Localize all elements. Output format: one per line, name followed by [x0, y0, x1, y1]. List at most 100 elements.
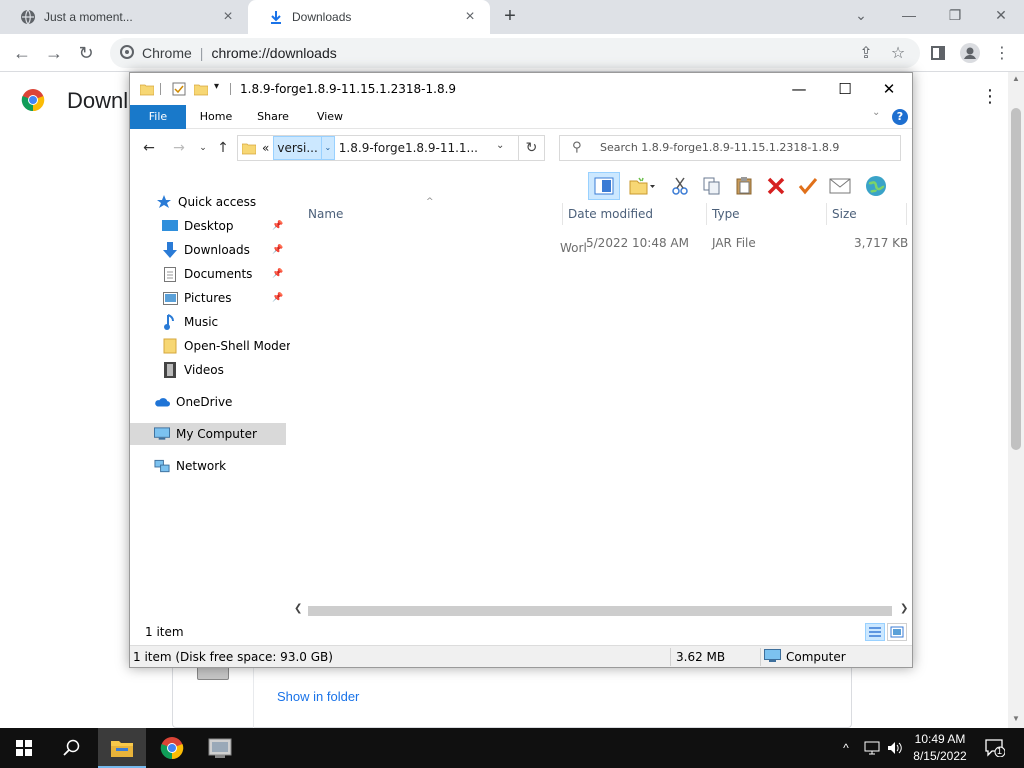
- search-icon[interactable]: [48, 728, 96, 768]
- nav-music[interactable]: Music: [130, 311, 290, 333]
- profile-avatar-icon[interactable]: [956, 39, 984, 67]
- share-icon[interactable]: ⇪: [852, 39, 880, 67]
- file-row[interactable]: Worl 5/2022 10:48 AM JAR File 3,717 KB: [290, 233, 912, 255]
- network-tray-icon[interactable]: [860, 728, 884, 768]
- paste-icon[interactable]: [728, 172, 760, 200]
- column-separator[interactable]: [562, 203, 563, 225]
- scroll-left-arrow-icon[interactable]: ❮: [294, 603, 302, 614]
- page-menu-icon[interactable]: ⋮: [978, 86, 1002, 110]
- restore-button[interactable]: ❐: [932, 0, 978, 30]
- email-icon[interactable]: [824, 172, 856, 200]
- tab-home[interactable]: Home: [194, 105, 238, 129]
- search-input[interactable]: ⚲ Search 1.8.9-forge1.8.9-11.15.1.2318-1…: [559, 135, 901, 161]
- close-tab-icon[interactable]: ×: [220, 9, 236, 25]
- browser-toolbar: ← → ↻ Chrome | chrome://downloads ⇪ ☆ ⋮: [0, 34, 1024, 72]
- properties-check-icon[interactable]: [172, 82, 186, 96]
- rename-check-icon[interactable]: [792, 172, 824, 200]
- nav-quick-access[interactable]: Quick access: [130, 191, 290, 213]
- recent-locations-chevron-icon[interactable]: ⌄: [192, 137, 214, 159]
- preview-pane-icon[interactable]: [588, 172, 620, 200]
- help-icon[interactable]: ?: [892, 109, 908, 125]
- nav-onedrive[interactable]: OneDrive: [130, 391, 290, 413]
- tab-file[interactable]: File: [130, 105, 186, 129]
- tab-share[interactable]: Share: [252, 105, 294, 129]
- chrome-taskbar-icon[interactable]: [148, 728, 196, 768]
- scroll-thumb[interactable]: [1011, 108, 1021, 450]
- file-explorer-taskbar-icon[interactable]: [98, 728, 146, 768]
- show-hidden-icons-chevron-icon[interactable]: ^: [836, 728, 856, 768]
- column-separator[interactable]: [906, 203, 907, 225]
- back-arrow-icon[interactable]: ←: [8, 39, 36, 67]
- maximize-button[interactable]: ☐: [822, 73, 868, 105]
- new-folder-icon[interactable]: [193, 82, 209, 96]
- new-tab-button[interactable]: +: [498, 5, 522, 29]
- volume-icon[interactable]: [884, 728, 906, 768]
- large-icons-view-icon[interactable]: [887, 623, 907, 641]
- expand-ribbon-chevron-icon[interactable]: ⌄: [872, 107, 880, 118]
- page-scrollbar[interactable]: ▲ ▼: [1008, 72, 1024, 728]
- address-bar[interactable]: « versi... ⌄ 1.8.9-forge1.8.9-11.1... ⌄: [237, 135, 519, 161]
- column-type[interactable]: Type: [712, 207, 740, 221]
- explorer-titlebar[interactable]: ▾ 1.8.9-forge1.8.9-11.15.1.2318-1.8.9 — …: [130, 73, 912, 105]
- minimize-button[interactable]: —: [776, 73, 822, 105]
- nav-network[interactable]: Network: [130, 455, 290, 477]
- taskbar-clock[interactable]: 10:49 AM 8/15/2022: [908, 731, 972, 765]
- column-date-modified[interactable]: Date modified: [568, 207, 653, 221]
- breadcrumb-overflow[interactable]: «: [262, 141, 269, 155]
- close-window-button[interactable]: ✕: [866, 73, 912, 105]
- delete-icon[interactable]: [760, 172, 792, 200]
- new-folder-menu-icon[interactable]: [620, 172, 664, 200]
- refresh-icon[interactable]: ↻: [519, 135, 545, 161]
- pin-icon[interactable]: 📌: [272, 221, 283, 231]
- nav-pictures[interactable]: Pictures 📌: [130, 287, 290, 309]
- breadcrumb-current[interactable]: 1.8.9-forge1.8.9-11.1...: [339, 141, 478, 155]
- notification-center-icon[interactable]: 1: [980, 728, 1010, 768]
- tab-downloads[interactable]: Downloads ×: [248, 0, 490, 34]
- reload-icon[interactable]: ↻: [72, 39, 100, 67]
- tab-just-a-moment[interactable]: Just a moment... ×: [0, 0, 248, 34]
- column-size[interactable]: Size: [832, 207, 857, 221]
- app-taskbar-icon[interactable]: [196, 728, 244, 768]
- customize-dropdown-icon[interactable]: ▾: [214, 81, 228, 95]
- details-view-icon[interactable]: [865, 623, 885, 641]
- breadcrumb-versions[interactable]: versi...: [273, 136, 322, 160]
- scroll-down-arrow-icon[interactable]: ▼: [1008, 714, 1024, 723]
- bookmark-star-icon[interactable]: ☆: [884, 39, 912, 67]
- nav-downloads[interactable]: Downloads 📌: [130, 239, 290, 261]
- start-windows-icon[interactable]: [0, 728, 48, 768]
- chrome-menu-icon[interactable]: ⋮: [988, 39, 1016, 67]
- nav-videos[interactable]: Videos: [130, 359, 290, 381]
- column-separator[interactable]: [706, 203, 707, 225]
- close-window-button[interactable]: ✕: [978, 0, 1024, 30]
- column-name[interactable]: Name: [308, 207, 343, 221]
- tab-search-chevron-icon[interactable]: ⌄: [838, 0, 884, 30]
- pin-icon[interactable]: 📌: [272, 245, 283, 255]
- pin-icon[interactable]: 📌: [272, 293, 283, 303]
- scroll-right-arrow-icon[interactable]: ❯: [900, 603, 908, 614]
- nav-documents[interactable]: Documents 📌: [130, 263, 290, 285]
- nav-open-shell-modern[interactable]: Open-Shell Modern: [130, 335, 290, 357]
- forward-arrow-icon[interactable]: →: [40, 39, 68, 67]
- minimize-button[interactable]: —: [886, 0, 932, 30]
- cut-icon[interactable]: [664, 172, 696, 200]
- tab-view[interactable]: View: [310, 105, 350, 129]
- address-bar[interactable]: Chrome | chrome://downloads: [110, 38, 920, 68]
- copy-icon[interactable]: [696, 172, 728, 200]
- column-headers: ^ Name Date modified Type Size: [290, 197, 912, 227]
- horizontal-scrollbar[interactable]: ❮ ❯: [290, 603, 912, 619]
- close-tab-icon[interactable]: ×: [462, 9, 478, 25]
- nav-my-computer[interactable]: My Computer: [130, 423, 286, 445]
- address-history-chevron-icon[interactable]: ⌄: [496, 140, 504, 151]
- side-panel-icon[interactable]: [924, 39, 952, 67]
- forward-arrow-icon[interactable]: →: [168, 137, 190, 159]
- scroll-thumb[interactable]: [308, 606, 892, 616]
- column-separator[interactable]: [826, 203, 827, 225]
- back-arrow-icon[interactable]: ←: [138, 137, 160, 159]
- nav-desktop[interactable]: Desktop 📌: [130, 215, 290, 237]
- up-arrow-icon[interactable]: ↑: [212, 137, 234, 159]
- show-in-folder-link[interactable]: Show in folder: [277, 689, 359, 704]
- pin-icon[interactable]: 📌: [272, 269, 283, 279]
- scroll-up-arrow-icon[interactable]: ▲: [1008, 74, 1024, 83]
- internet-globe-icon[interactable]: [860, 172, 892, 200]
- breadcrumb-dropdown-icon[interactable]: ⌄: [321, 136, 335, 160]
